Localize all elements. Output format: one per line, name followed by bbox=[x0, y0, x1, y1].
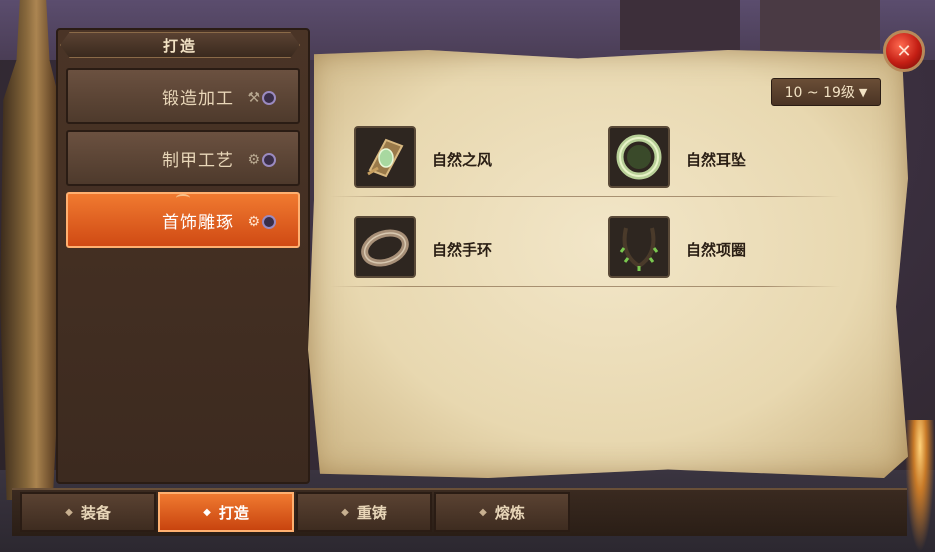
diamond-icon: ◆ bbox=[65, 506, 73, 518]
item-slot-necklace[interactable] bbox=[608, 216, 670, 278]
sidebar-item-label: 锻造加工 bbox=[162, 88, 234, 109]
item-name[interactable]: 自然耳坠 bbox=[686, 149, 746, 170]
sidebar-item-label: 首饰雕琢 bbox=[162, 212, 234, 233]
tab-label: 装备 bbox=[80, 503, 111, 522]
item-name[interactable]: 自然之风 bbox=[432, 149, 492, 170]
close-button[interactable]: ✕ bbox=[883, 30, 925, 72]
item-name[interactable]: 自然手环 bbox=[432, 239, 492, 260]
row-divider bbox=[330, 196, 840, 197]
panel-title: 打造 bbox=[162, 36, 197, 55]
background-pillar bbox=[620, 0, 740, 50]
item-slot-bracelet[interactable] bbox=[354, 216, 416, 278]
earring-icon bbox=[610, 128, 668, 186]
background-pillar bbox=[760, 0, 880, 50]
tab-reforge[interactable]: ◆ 重铸 bbox=[296, 492, 432, 532]
item-slot-earring[interactable] bbox=[608, 126, 670, 188]
tab-craft[interactable]: ◆ 打造 bbox=[158, 492, 294, 532]
diamond-icon: ◆ bbox=[479, 506, 487, 518]
wind-charm-icon bbox=[356, 128, 414, 186]
tab-label: 熔炼 bbox=[494, 503, 525, 522]
item-name[interactable]: 自然项圈 bbox=[686, 239, 746, 260]
sidebar-item-forging[interactable]: 锻造加工 ⚒ bbox=[66, 68, 300, 124]
diamond-icon: ◆ bbox=[203, 506, 211, 518]
level-range-dropdown[interactable]: 10 ~ 19级 ▼ bbox=[771, 78, 881, 106]
tab-equipment[interactable]: ◆ 装备 bbox=[20, 492, 156, 532]
caret-down-icon: ▼ bbox=[858, 85, 868, 99]
level-range-value: 10 ~ 19级 bbox=[784, 85, 855, 101]
necklace-icon bbox=[610, 218, 668, 276]
tab-label: 打造 bbox=[218, 503, 249, 522]
armor-craft-icon: ⚙ bbox=[244, 150, 276, 170]
sidebar-item-armor-craft[interactable]: 制甲工艺 ⚙ bbox=[66, 130, 300, 186]
active-indicator-ornament bbox=[176, 194, 190, 202]
torch-decoration bbox=[905, 420, 935, 552]
tab-label: 重铸 bbox=[356, 503, 387, 522]
tab-smelt[interactable]: ◆ 熔炼 bbox=[434, 492, 570, 532]
jewelry-craft-icon: ⚙ bbox=[244, 212, 276, 232]
bracelet-icon bbox=[356, 218, 414, 276]
sidebar-item-label: 制甲工艺 bbox=[162, 150, 234, 171]
diamond-icon: ◆ bbox=[341, 506, 349, 518]
panel-title-bar: 打造 bbox=[60, 32, 300, 58]
row-divider bbox=[330, 286, 840, 287]
close-icon: ✕ bbox=[896, 40, 912, 62]
anvil-icon: ⚒ bbox=[244, 88, 276, 108]
item-slot-wind-charm[interactable] bbox=[354, 126, 416, 188]
